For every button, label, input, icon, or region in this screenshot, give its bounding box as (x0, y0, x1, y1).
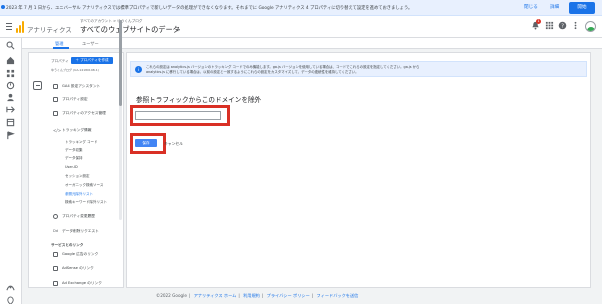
audience-icon[interactable] (6, 93, 15, 102)
menu-item-ga4-setup-assistant[interactable]: GA4 設定アシスタント (62, 84, 100, 89)
menu-item-data-deletion-requests[interactable]: データ削除リクエスト (62, 229, 99, 234)
top-app-bar: アナリティクス すべてのアカウント > ゆうくんブログ すべてのウェブサイトのデ… (0, 16, 602, 38)
property-column-label: プロパティ (51, 59, 69, 63)
sub-item-session-settings[interactable]: セッション設定 (65, 174, 90, 179)
footer-copyright: ©2022 Google (156, 293, 187, 298)
account-breadcrumb[interactable]: すべてのアカウント > ゆうくんブログ (80, 19, 142, 24)
left-nav-rail (0, 38, 22, 304)
google-ads-icon (53, 252, 58, 257)
menu-item-property-settings[interactable]: プロパティ設定 (62, 97, 88, 102)
link-google-ads[interactable]: Google 広告のリンク (62, 252, 98, 257)
footer-analytics-home-link[interactable]: アナリティクス ホーム (194, 293, 237, 298)
property-selector[interactable]: すべてのウェブサイトのデータ (80, 25, 180, 35)
settings-icon (53, 97, 58, 102)
history-icon (53, 214, 58, 219)
admin-scrollbar-thumb[interactable] (119, 20, 122, 106)
adsense-icon (53, 266, 58, 271)
sub-item-referral-exclusion-list[interactable]: 参照元除外リスト (65, 192, 93, 197)
footer-feedback-link[interactable]: フィードバックを送信 (317, 293, 359, 298)
more-vert-icon[interactable] (571, 21, 580, 30)
svg-text:?: ? (561, 23, 564, 29)
sub-item-organic-search-sources[interactable]: オーガニック検索ソース (65, 183, 103, 188)
acquisition-icon[interactable] (6, 105, 15, 114)
referral-exclusion-panel (126, 52, 591, 288)
realtime-icon[interactable] (6, 81, 15, 90)
conversions-icon[interactable] (6, 131, 15, 140)
menu-item-tracking-info[interactable]: トラッキング情報 (62, 128, 91, 133)
sub-item-data-collection[interactable]: データ収集 (65, 148, 83, 153)
info-notice: i これらの設定は analytics.js バージョンのトラッキング コードで… (130, 61, 587, 77)
chevron-down-icon[interactable]: ▾ (178, 27, 180, 32)
create-property-button[interactable]: ＋ プロパティを作成 (71, 57, 113, 64)
app-title[interactable]: アナリティクス (27, 24, 72, 34)
footer-privacy-link[interactable]: プライバシー ポリシー (267, 293, 310, 298)
sub-item-tracking-code[interactable]: トラッキング コード (65, 140, 98, 145)
behavior-icon[interactable] (6, 118, 15, 127)
footer: ©2022 Google | アナリティクス ホーム | 利用規約 | プライバシー … (156, 293, 359, 298)
footer-terms-link[interactable]: 利用規約 (243, 293, 260, 298)
menu-item-property-access[interactable]: プロパティのアクセス管理 (62, 111, 106, 116)
menu-icon[interactable] (6, 23, 12, 31)
banner-start-button[interactable]: 開始 (569, 2, 595, 14)
sub-item-search-term-exclusion-list[interactable]: 検索キーワード除外リスト (65, 200, 107, 205)
home-icon[interactable] (6, 56, 15, 65)
banner-message: 2023 年 7 月 1 日から、ユニバーサル アナリティクスでは標準プロパティ… (6, 6, 413, 11)
product-linking-heading: サービスとのリンク (51, 243, 84, 247)
people-icon (53, 111, 58, 116)
apps-grid-icon[interactable] (545, 21, 554, 30)
help-icon[interactable]: ? (558, 21, 567, 30)
info-icon: i (135, 66, 142, 73)
help-chevron-icon[interactable]: › (252, 94, 254, 100)
domain-input[interactable] (135, 111, 221, 120)
sub-item-user-id[interactable]: User-ID (65, 165, 78, 169)
dd-icon: Dd (53, 229, 59, 233)
ad-exchange-icon (53, 281, 58, 286)
banner-close-button[interactable]: 閉じる (524, 4, 538, 10)
back-arrow-icon[interactable] (33, 81, 42, 90)
customization-icon[interactable] (6, 69, 15, 78)
tab-user[interactable]: ユーザー (82, 41, 99, 47)
section-title: 参照トラフィックからこのドメインを除外 (136, 96, 262, 104)
save-button[interactable]: 保存 (135, 139, 157, 147)
search-icon[interactable] (6, 41, 15, 50)
sub-item-data-retention[interactable]: データ保持 (65, 156, 83, 161)
cancel-button[interactable]: キャンセル (164, 141, 183, 147)
notification-badge: 1 (536, 19, 541, 24)
banner-details-link[interactable]: 詳細 (550, 4, 559, 10)
code-icon: </> (53, 128, 62, 133)
menu-item-change-history[interactable]: プロパティ変更履歴 (62, 214, 95, 219)
property-admin-column: プロパティ ＋ プロパティを作成 ゆうくんブログ (UA-14180198-1)… (28, 52, 124, 288)
ga4-migration-banner: 2023 年 7 月 1 日から、ユニバーサル アナリティクスでは標準プロパティ… (0, 0, 602, 16)
attribution-icon[interactable] (6, 283, 15, 292)
property-selector-value[interactable]: ゆうくんブログ (UA-14180198-1) (51, 68, 99, 72)
link-ad-exchange[interactable]: Ad Exchange のリンク (62, 281, 102, 286)
discover-icon[interactable] (6, 296, 15, 304)
link-adsense[interactable]: AdSense のリンク (62, 266, 94, 271)
avatar[interactable] (585, 21, 596, 32)
banner-info-icon (1, 5, 5, 9)
info-text-line2: analytics.js に移行している場合は、以前の設定と一致するようにこれら… (146, 69, 359, 74)
checklist-icon (53, 84, 58, 89)
admin-tab-bar: 管理 ユーザー (22, 38, 602, 49)
